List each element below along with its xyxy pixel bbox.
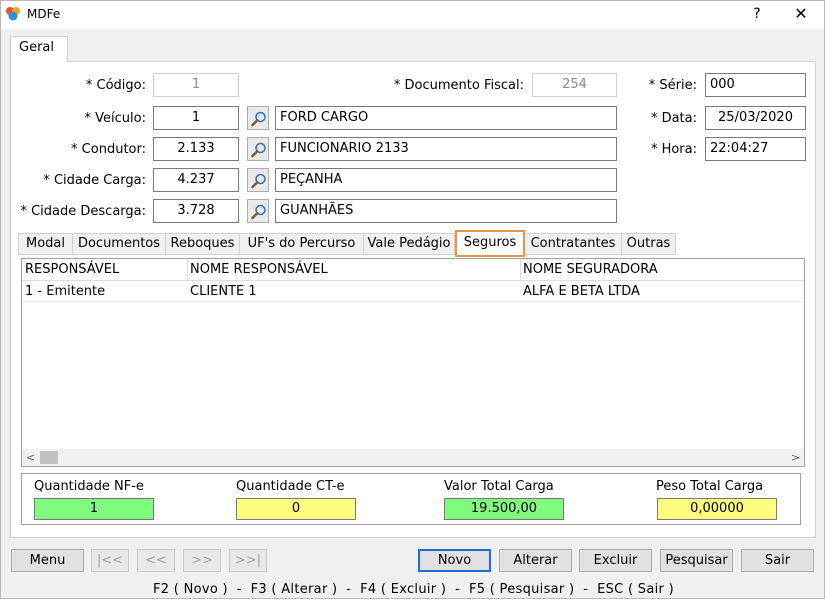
valor-total-value: 19.500,00 bbox=[444, 498, 564, 520]
hora-label: * Hora: bbox=[650, 142, 697, 157]
cell-responsavel: 1 - Emitente bbox=[25, 284, 106, 299]
qtd-nfe-label: Quantidade NF-e bbox=[34, 479, 144, 494]
next-record-button[interactable]: >> bbox=[183, 549, 221, 572]
alterar-button[interactable]: Alterar bbox=[499, 549, 572, 572]
menu-button[interactable]: Menu bbox=[11, 549, 84, 572]
tab-vale-pedagio[interactable]: Vale Pedágio bbox=[363, 233, 455, 255]
tab-documentos[interactable]: Documentos bbox=[72, 233, 166, 255]
cidade-descarga-label: * Cidade Descarga: bbox=[20, 204, 146, 219]
cidade-descarga-name-field[interactable]: GUANHÃES bbox=[275, 199, 617, 223]
tab-geral[interactable]: Geral bbox=[10, 36, 68, 62]
qtd-cte-value: 0 bbox=[236, 498, 356, 520]
peso-total-value: 0,00000 bbox=[657, 498, 777, 520]
serie-label: * Série: bbox=[648, 78, 697, 93]
close-button[interactable]: ✕ bbox=[779, 1, 823, 29]
condutor-search-button[interactable] bbox=[247, 137, 269, 161]
scroll-right-arrow-icon[interactable]: > bbox=[787, 449, 804, 466]
cidade-carga-code-field[interactable]: 4.237 bbox=[153, 168, 239, 192]
veiculo-search-button[interactable] bbox=[247, 106, 269, 130]
cidade-descarga-search-button[interactable] bbox=[247, 199, 269, 223]
window-title: MDFe bbox=[27, 7, 61, 21]
tab-reboques[interactable]: Reboques bbox=[165, 233, 240, 255]
veiculo-name-field[interactable]: FORD CARGO bbox=[275, 106, 617, 130]
qtd-nfe-value: 1 bbox=[34, 498, 154, 520]
condutor-label: * Condutor: bbox=[71, 142, 146, 157]
tab-seguros[interactable]: Seguros bbox=[455, 230, 525, 257]
column-header-nome-responsavel[interactable]: NOME RESPONSÁVEL bbox=[190, 262, 328, 277]
cell-nome-seguradora: ALFA E BETA LTDA bbox=[523, 284, 640, 299]
peso-total-label: Peso Total Carga bbox=[656, 479, 764, 494]
cell-nome-responsavel: CLIENTE 1 bbox=[190, 284, 257, 299]
tab-ufs-percurso[interactable]: UF's do Percurso bbox=[239, 233, 364, 255]
valor-total-label: Valor Total Carga bbox=[444, 479, 554, 494]
scroll-left-arrow-icon[interactable]: < bbox=[22, 449, 39, 466]
pesquisar-button[interactable]: Pesquisar bbox=[660, 549, 733, 572]
seguros-grid[interactable]: RESPONSÁVEL NOME RESPONSÁVEL NOME SEGURA… bbox=[21, 258, 805, 467]
previous-record-button[interactable]: << bbox=[137, 549, 175, 572]
column-divider[interactable] bbox=[187, 259, 188, 281]
magnifier-icon bbox=[251, 204, 266, 220]
mdfe-window: MDFe ? ✕ Geral * Código: 1 * Documento F… bbox=[0, 0, 825, 599]
column-header-responsavel[interactable]: RESPONSÁVEL bbox=[25, 262, 119, 277]
veiculo-code-field[interactable]: 1 bbox=[153, 106, 239, 130]
totals-box: Quantidade NF-e 1 Quantidade CT-e 0 Valo… bbox=[21, 473, 801, 525]
qtd-cte-label: Quantidade CT-e bbox=[236, 479, 345, 494]
tab-modal[interactable]: Modal bbox=[18, 233, 73, 255]
condutor-name-field[interactable]: FUNCIONARIO 2133 bbox=[275, 137, 617, 161]
magnifier-icon bbox=[251, 173, 266, 189]
documento-fiscal-label: * Documento Fiscal: bbox=[393, 78, 524, 93]
help-button[interactable]: ? bbox=[735, 1, 779, 29]
cidade-carga-name-field[interactable]: PEÇANHA bbox=[275, 168, 617, 192]
serie-field[interactable]: 000 bbox=[705, 73, 806, 97]
table-row[interactable]: 1 - Emitente CLIENTE 1 ALFA E BETA LTDA bbox=[22, 282, 804, 302]
column-divider[interactable] bbox=[520, 259, 521, 281]
app-logo-icon bbox=[6, 7, 20, 21]
novo-button[interactable]: Novo bbox=[418, 549, 491, 572]
tab-contratantes[interactable]: Contratantes bbox=[524, 233, 622, 255]
data-field[interactable]: 25/03/2020 bbox=[705, 106, 806, 130]
veiculo-label: * Veículo: bbox=[84, 111, 146, 126]
cidade-descarga-code-field[interactable]: 3.728 bbox=[153, 199, 239, 223]
excluir-button[interactable]: Excluir bbox=[579, 549, 652, 572]
first-record-button[interactable]: |<< bbox=[91, 549, 129, 572]
sair-button[interactable]: Sair bbox=[741, 549, 814, 572]
cidade-carga-label: * Cidade Carga: bbox=[43, 173, 146, 188]
scrollbar-thumb[interactable] bbox=[40, 451, 58, 464]
tab-outras[interactable]: Outras bbox=[621, 233, 676, 255]
codigo-label: * Código: bbox=[85, 78, 146, 93]
documento-fiscal-field: 254 bbox=[532, 73, 617, 97]
hora-field[interactable]: 22:04:27 bbox=[705, 137, 806, 161]
codigo-field: 1 bbox=[153, 73, 239, 97]
grid-header: RESPONSÁVEL NOME RESPONSÁVEL NOME SEGURA… bbox=[22, 259, 804, 281]
condutor-code-field[interactable]: 2.133 bbox=[153, 137, 239, 161]
column-header-nome-seguradora[interactable]: NOME SEGURADORA bbox=[523, 262, 658, 277]
magnifier-icon bbox=[251, 142, 266, 158]
data-label: * Data: bbox=[650, 111, 697, 126]
title-bar: MDFe ? ✕ bbox=[1, 1, 824, 29]
keyboard-shortcuts-hint: F2 ( Novo ) - F3 ( Alterar ) - F4 ( Excl… bbox=[153, 582, 674, 597]
cidade-carga-search-button[interactable] bbox=[247, 168, 269, 192]
last-record-button[interactable]: >>| bbox=[229, 549, 267, 572]
horizontal-scrollbar[interactable]: < > bbox=[22, 449, 804, 466]
magnifier-icon bbox=[251, 111, 266, 127]
